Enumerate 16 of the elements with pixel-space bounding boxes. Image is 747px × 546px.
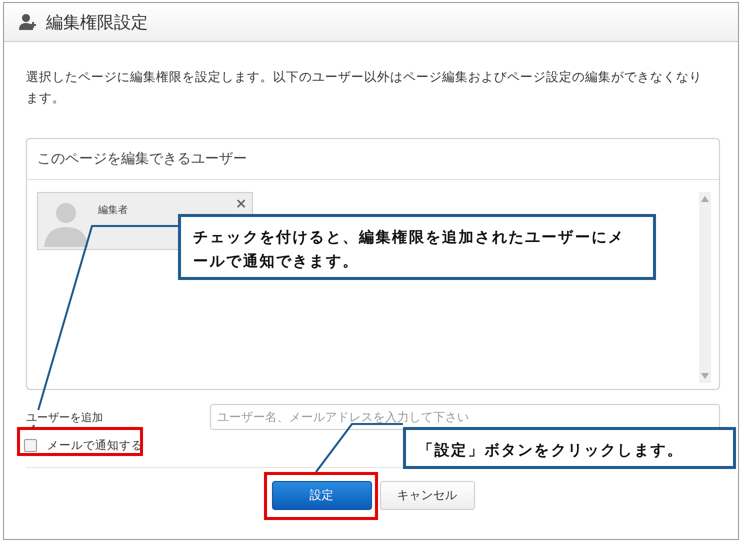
checkbox[interactable]	[24, 439, 37, 452]
scroll-down-icon[interactable]	[701, 373, 709, 379]
dialog-title: 編集権限設定	[46, 12, 148, 34]
cancel-button[interactable]: キャンセル	[380, 481, 474, 510]
scroll-up-icon[interactable]	[701, 196, 709, 202]
panel-title: このページを編集できるユーザー	[27, 139, 719, 180]
callout-text: チェックを付けると、編集権限を追加されたユーザーにメールで通知できます。	[178, 214, 656, 280]
remove-button[interactable]: ×	[235, 197, 247, 211]
description-text: 選択したページに編集権限を設定します。以下のユーザー以外はページ編集およびページ設定の編集ができなくなります。	[26, 68, 703, 107]
add-user-label: ユーザーを追加	[26, 410, 103, 424]
user-name: 編集者	[98, 204, 128, 217]
callout-text: 「設定」ボタンをクリックします。	[403, 427, 736, 469]
submit-button[interactable]: 設定	[272, 481, 372, 510]
scrollbar[interactable]	[699, 192, 711, 383]
add-user-icon	[18, 13, 38, 31]
user-search-field[interactable]: ユーザー名、メールアドレスを入力して下さい	[210, 404, 720, 430]
